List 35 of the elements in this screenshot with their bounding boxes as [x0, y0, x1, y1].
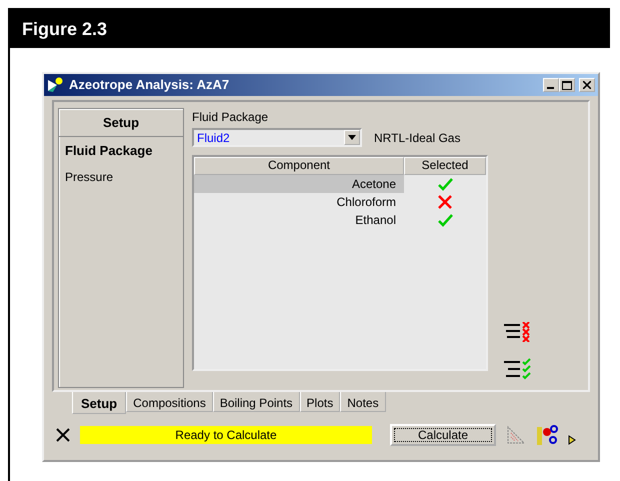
maximize-button[interactable] [559, 78, 575, 92]
fluid-package-dropdown[interactable]: Fluid2 [192, 128, 362, 147]
table-cell: Acetone [194, 175, 404, 193]
tab[interactable]: Plots [300, 392, 340, 412]
check-icon[interactable] [437, 177, 453, 191]
check-icon[interactable] [437, 213, 453, 227]
delete-icon[interactable] [56, 428, 70, 442]
tab[interactable]: Compositions [126, 392, 213, 412]
figure-title: Figure 2.3 [8, 8, 610, 48]
tab[interactable]: Boiling Points [212, 392, 300, 412]
field-label: Fluid Package [192, 109, 270, 126]
calculate-button[interactable]: Calculate [390, 424, 496, 446]
table-cell-text: Chloroform [336, 194, 397, 211]
tab[interactable]: Setup [72, 392, 126, 414]
cross-icon[interactable] [437, 195, 453, 209]
minimize-button[interactable] [543, 78, 559, 92]
maximize-icon [562, 80, 572, 90]
dropdown-arrow-icon [348, 135, 356, 140]
sidebar-item[interactable]: Fluid Package [59, 136, 183, 164]
deselect-all-icon[interactable] [504, 322, 532, 342]
close-button[interactable] [579, 78, 595, 92]
table-cell-text: Ethanol [354, 212, 397, 229]
sidebar-header: Setup [59, 109, 183, 136]
tab[interactable]: Notes [340, 392, 386, 412]
app-logo-icon [47, 77, 65, 93]
column-header[interactable]: Selected [404, 157, 486, 175]
sidebar-item[interactable]: Pressure [59, 164, 183, 190]
window-title: Azeotrope Analysis: AzA7 [69, 76, 230, 94]
molecule-icon[interactable] [536, 424, 558, 446]
close-icon [583, 81, 591, 89]
property-package-text: NRTL-Ideal Gas [374, 130, 460, 146]
select-all-icon[interactable] [504, 358, 532, 380]
expand-arrow-icon[interactable] [568, 435, 576, 445]
column-header[interactable]: Component [194, 157, 404, 175]
status-bar: Ready to Calculate [80, 426, 372, 444]
